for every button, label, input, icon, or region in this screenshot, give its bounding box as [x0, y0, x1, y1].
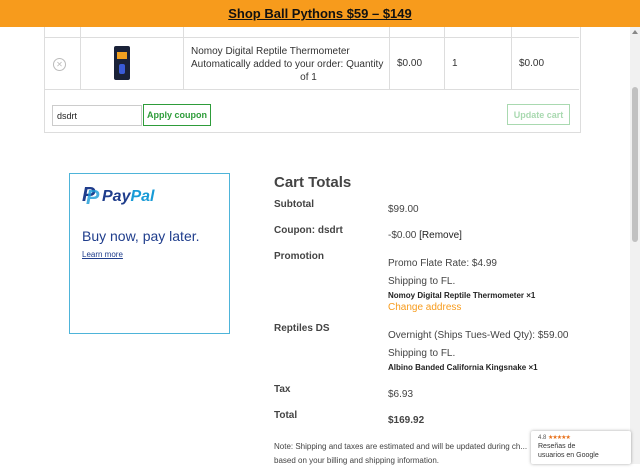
- apply-coupon-button[interactable]: Apply coupon: [143, 104, 211, 126]
- promo-banner-link[interactable]: Shop Ball Pythons $59 – $149: [228, 6, 412, 21]
- subtotal-label: Subtotal: [274, 199, 314, 210]
- total-value: $169.92: [388, 415, 425, 426]
- change-address-link[interactable]: Change address: [388, 302, 461, 313]
- reviews-label-line2: usuarios en Google: [538, 452, 599, 459]
- product-note: Automatically added to your order: Quant…: [191, 59, 384, 70]
- paypal-tagline: Buy now, pay later.: [82, 228, 200, 244]
- promotion-item: Nomoy Digital Reptile Thermometer ×1: [388, 291, 536, 300]
- product-note-qty: of 1: [300, 72, 317, 83]
- total-label: Total: [274, 410, 298, 421]
- reviews-rating: 4.8 ★★★★★: [538, 435, 571, 441]
- google-reviews-widget[interactable]: 4.8 ★★★★★ Reseñas de usuarios en Google: [531, 431, 631, 464]
- cart-totals-title: Cart Totals: [274, 174, 352, 191]
- update-cart-button[interactable]: Update cart: [507, 104, 570, 125]
- reptiles-ds-rate[interactable]: Overnight (Ships Tues-Wed Qty): $59.00: [388, 330, 568, 341]
- promotion-rate[interactable]: Promo Flate Rate: $4.99: [388, 258, 497, 269]
- star-rating-icon: ★★★★★: [548, 435, 571, 441]
- promo-banner: Shop Ball Pythons $59 – $149: [0, 0, 640, 27]
- paypal-p-icon: P: [86, 187, 100, 209]
- product-thumbnail[interactable]: [114, 46, 130, 80]
- remove-coupon-link[interactable]: [Remove]: [419, 230, 462, 241]
- reptiles-ds-label: Reptiles DS: [274, 323, 330, 334]
- product-name-cell: Nomoy Digital Reptile Thermometer Automa…: [191, 45, 386, 84]
- coupon-code-input[interactable]: [52, 105, 142, 126]
- table-divider: [44, 37, 579, 38]
- table-divider: [44, 89, 579, 90]
- scrollbar-thumb[interactable]: [632, 87, 638, 242]
- paypal-learn-more-link[interactable]: Learn more: [82, 250, 123, 259]
- reptiles-ds-shipping-to: Shipping to FL.: [388, 348, 456, 359]
- coupon-value: -$0.00: [388, 230, 417, 241]
- product-name[interactable]: Nomoy Digital Reptile Thermometer: [191, 46, 350, 57]
- paypal-pay-later-banner[interactable]: P P PayPal Buy now, pay later. Learn mor…: [69, 173, 230, 334]
- promotion-label: Promotion: [274, 251, 324, 262]
- product-subtotal: $0.00: [519, 58, 545, 69]
- remove-item-icon[interactable]: ✕: [53, 58, 66, 71]
- product-quantity[interactable]: 1: [452, 58, 458, 69]
- scroll-up-arrow-icon[interactable]: [632, 30, 638, 34]
- tax-value: $6.93: [388, 389, 414, 400]
- subtotal-value: $99.00: [388, 204, 419, 215]
- product-price: $0.00: [397, 58, 423, 69]
- tax-label: Tax: [274, 384, 291, 395]
- reviews-label-line1: Reseñas de: [538, 443, 576, 450]
- page-scrollbar[interactable]: [630, 27, 640, 464]
- promotion-shipping-to: Shipping to FL.: [388, 276, 456, 287]
- coupon-value-row: -$0.00 [Remove]: [388, 230, 462, 241]
- coupon-label: Coupon: dsdrt: [274, 225, 343, 236]
- reptiles-ds-item: Albino Banded California Kingsnake ×1: [388, 363, 538, 372]
